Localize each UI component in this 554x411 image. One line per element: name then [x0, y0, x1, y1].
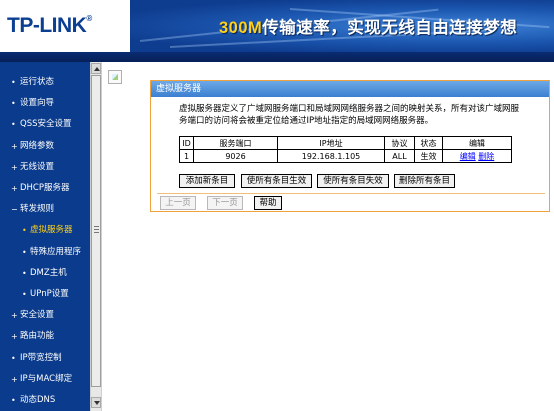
- scroll-down-button[interactable]: [91, 397, 101, 408]
- edit-link[interactable]: 编辑: [460, 152, 476, 161]
- logo-area: TP-LINK®: [0, 0, 130, 52]
- sidebar-bullet-icon: +: [11, 374, 18, 384]
- sidebar-item-label: 设置向导: [20, 98, 55, 109]
- sidebar-item-label: UPnP设置: [30, 289, 69, 299]
- sidebar-item-label: DHCP服务器: [20, 183, 70, 193]
- sidebar-item-6[interactable]: − 转发规则: [0, 199, 90, 220]
- delete-all-button[interactable]: 删除所有条目: [394, 174, 455, 188]
- sidebar-item-4[interactable]: + 无线设置: [0, 157, 90, 178]
- tp-link-logo: TP-LINK®: [7, 14, 92, 37]
- cell-status: 生效: [414, 149, 443, 163]
- sidebar-bullet-icon: •: [11, 353, 16, 363]
- sidebar-bullet-icon: •: [22, 247, 27, 257]
- virtual-server-table: ID 服务端口 IP地址 协议 状态 编辑 1 9026 192.168.1.1…: [179, 136, 512, 163]
- sidebar-item-label: 转发规则: [20, 204, 55, 215]
- sidebar-item-13[interactable]: • IP带宽控制: [0, 348, 90, 369]
- sidebar-bullet-icon: +: [11, 141, 18, 151]
- sidebar-bullet-icon: +: [11, 332, 18, 342]
- sidebar-bullet-icon: •: [11, 99, 16, 109]
- main-content: 虚拟服务器 虚拟服务器定义了广域网服务端口和局域网网络服务器之间的映射关系，所有…: [102, 62, 554, 411]
- sidebar-item-label: 虚拟服务器: [30, 225, 73, 236]
- add-entry-button[interactable]: 添加新条目: [179, 174, 235, 188]
- sidebar-item-10[interactable]: • UPnP设置: [0, 284, 90, 305]
- sidebar-bullet-icon: •: [22, 268, 27, 278]
- header-slogan: 300M传输速率，实现无线自由连接梦想: [219, 19, 518, 37]
- sidebar-bullet-icon: −: [11, 205, 18, 215]
- sidebar-item-label: 运行状态: [20, 77, 55, 87]
- sidebar-item-label: IP带宽控制: [20, 352, 62, 363]
- sidebar-item-1[interactable]: • 设置向导: [0, 93, 90, 114]
- sidebar-bullet-icon: •: [22, 226, 27, 236]
- divider: [157, 193, 545, 194]
- sidebar-item-3[interactable]: + 网络参数: [0, 136, 90, 157]
- col-status: 状态: [414, 136, 443, 150]
- sidebar-item-15[interactable]: • 动态DNS: [0, 390, 90, 411]
- sidebar-item-label: DMZ主机: [30, 267, 67, 278]
- col-edit: 编辑: [442, 136, 512, 150]
- sidebar-item-label: 安全设置: [20, 310, 55, 321]
- delete-link[interactable]: 删除: [478, 152, 494, 161]
- sidebar-item-label: 路由功能: [20, 331, 55, 342]
- header-banner: TP-LINK® 300M传输速率，实现无线自由连接梦想: [0, 0, 554, 62]
- sidebar-item-7[interactable]: • 虚拟服务器: [0, 220, 90, 241]
- sidebar-bullet-icon: +: [11, 162, 18, 172]
- sidebar-item-label: QSS安全设置: [20, 119, 72, 130]
- sidebar-item-14[interactable]: + IP与MAC绑定: [0, 369, 90, 390]
- virtual-server-panel: 虚拟服务器 虚拟服务器定义了广域网服务端口和局域网网络服务器之间的映射关系，所有…: [150, 80, 550, 212]
- cell-protocol: ALL: [384, 149, 415, 163]
- sidebar-item-label: 网络参数: [20, 140, 55, 151]
- prev-page-button[interactable]: 上一页: [160, 196, 196, 210]
- scroll-thumb[interactable]: [91, 75, 101, 387]
- sidebar-item-label: 特殊应用程序: [30, 246, 82, 257]
- sidebar-item-8[interactable]: • 特殊应用程序: [0, 242, 90, 263]
- table-row: 1 9026 192.168.1.105 ALL 生效 编辑 删除: [179, 149, 512, 163]
- sidebar-item-label: 无线设置: [20, 161, 55, 172]
- sidebar-bullet-icon: •: [11, 78, 16, 87]
- sidebar-item-label: IP与MAC绑定: [20, 373, 73, 384]
- scroll-up-button[interactable]: [91, 63, 101, 74]
- sidebar-scrollbar[interactable]: [90, 62, 102, 411]
- cell-ip: 192.168.1.105: [277, 149, 385, 163]
- enable-all-button[interactable]: 使所有条目生效: [241, 174, 312, 188]
- header-strip: [0, 52, 554, 62]
- sidebar-item-5[interactable]: + DHCP服务器: [0, 178, 90, 199]
- panel-description: 虚拟服务器定义了广域网服务端口和局域网网络服务器之间的映射关系，所有对该广域网服…: [179, 104, 520, 126]
- cell-port: 9026: [193, 149, 278, 163]
- sidebar-item-label: 动态DNS: [20, 395, 56, 405]
- table-header-row: ID 服务端口 IP地址 协议 状态 编辑: [179, 136, 512, 150]
- panel-title: 虚拟服务器: [151, 81, 549, 97]
- cell-actions: 编辑 删除: [442, 149, 512, 163]
- next-page-button[interactable]: 下一页: [207, 196, 243, 210]
- sidebar-item-9[interactable]: • DMZ主机: [0, 263, 90, 284]
- sidebar-bullet-icon: +: [11, 184, 18, 193]
- broken-image-icon: [108, 70, 122, 84]
- sidebar-item-12[interactable]: + 路由功能: [0, 326, 90, 347]
- col-protocol: 协议: [384, 136, 415, 150]
- arrow-up-icon: [94, 67, 100, 71]
- sidebar-item-2[interactable]: • QSS安全设置: [0, 114, 90, 135]
- sidebar-item-11[interactable]: + 安全设置: [0, 305, 90, 326]
- sidebar-bullet-icon: •: [11, 120, 16, 130]
- cell-id: 1: [179, 149, 194, 163]
- sidebar-item-0[interactable]: • 运行状态: [0, 72, 90, 93]
- help-button[interactable]: 帮助: [254, 196, 282, 210]
- col-id: ID: [179, 136, 194, 150]
- sidebar-bullet-icon: •: [22, 290, 27, 299]
- disable-all-button[interactable]: 使所有条目失效: [317, 174, 389, 188]
- sidebar-bullet-icon: •: [11, 396, 16, 405]
- arrow-down-icon: [94, 401, 100, 405]
- sidebar-bullet-icon: +: [11, 311, 18, 321]
- col-port: 服务端口: [193, 136, 278, 150]
- col-ip: IP地址: [277, 136, 385, 150]
- sidebar-nav: • 运行状态 • 设置向导 • QSS安全设置 + 网络参数 + 无线设置 + DHCP服务器 − 转发规…: [0, 62, 90, 411]
